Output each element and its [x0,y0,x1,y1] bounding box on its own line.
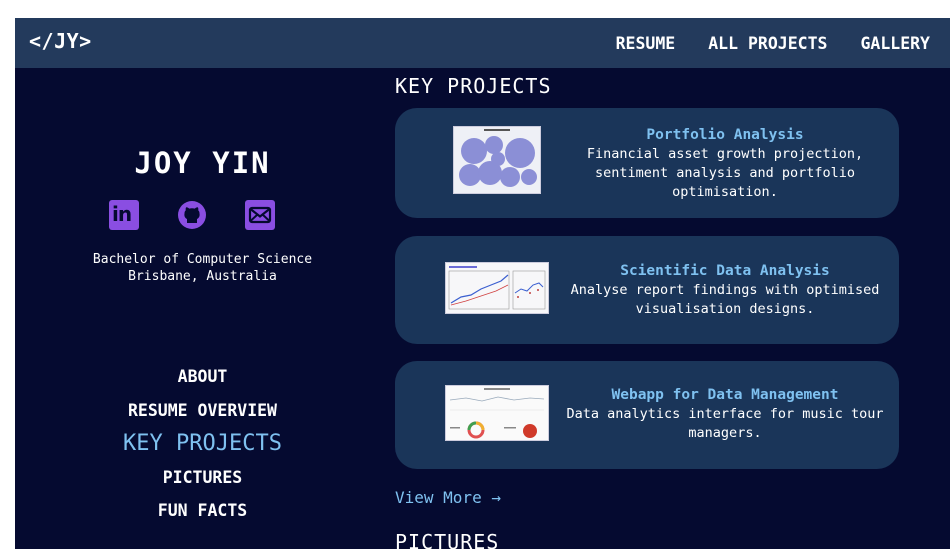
site-logo[interactable]: </JY> [29,29,92,53]
project-thumbnail [445,262,549,314]
menu-item-resume-overview[interactable]: RESUME OVERVIEW [15,394,390,428]
project-text: Scientific Data Analysis Analyse report … [560,262,890,319]
linkedin-icon[interactable]: in [109,200,139,230]
top-nav-bar: </JY> RESUME ALL PROJECTS GALLERY [15,18,950,68]
email-icon[interactable] [245,200,275,230]
project-title[interactable]: Portfolio Analysis [560,126,890,145]
profile-tagline: Bachelor of Computer Science Brisbane, A… [15,251,390,285]
sidebar: JOY YIN in Bachelor of Computer Science … [15,68,390,549]
menu-item-fun-facts[interactable]: FUN FACTS [15,494,390,528]
project-title[interactable]: Webapp for Data Management [560,386,890,405]
menu-item-pictures[interactable]: PICTURES [15,461,390,495]
profile-location: Brisbane, Australia [128,269,277,284]
nav-all-projects[interactable]: ALL PROJECTS [708,34,827,53]
nav-gallery[interactable]: GALLERY [860,34,930,53]
project-card-portfolio-analysis[interactable]: Portfolio Analysis Financial asset growt… [395,108,899,218]
profile-degree: Bachelor of Computer Science [92,252,313,267]
section-menu: ABOUT RESUME OVERVIEW KEY PROJECTS PICTU… [15,360,390,528]
project-title[interactable]: Scientific Data Analysis [560,262,890,281]
project-card-scientific-data-analysis[interactable]: Scientific Data Analysis Analyse report … [395,236,899,344]
project-text: Webapp for Data Management Data analytic… [560,386,890,443]
view-more-link[interactable]: View More → [395,488,501,507]
project-thumbnail [445,385,549,441]
menu-item-about[interactable]: ABOUT [15,360,390,394]
project-text: Portfolio Analysis Financial asset growt… [560,126,890,202]
project-description: Data analytics interface for music tour … [566,406,884,441]
nav-resume[interactable]: RESUME [616,34,676,53]
menu-item-key-projects[interactable]: KEY PROJECTS [15,427,390,461]
social-links: in [109,200,275,230]
project-description: Analyse report findings with optimised v… [570,282,880,317]
page: </JY> RESUME ALL PROJECTS GALLERY JOY YI… [15,18,950,549]
github-icon[interactable] [177,200,207,230]
top-nav: RESUME ALL PROJECTS GALLERY [616,18,930,68]
project-card-webapp-data-management[interactable]: Webapp for Data Management Data analytic… [395,361,899,469]
project-description: Financial asset growth projection, senti… [586,146,864,200]
section-title-pictures: PICTURES [395,530,500,549]
profile-name: JOY YIN [134,146,271,180]
project-thumbnail [453,126,541,194]
section-title-key-projects: KEY PROJECTS [395,74,552,98]
